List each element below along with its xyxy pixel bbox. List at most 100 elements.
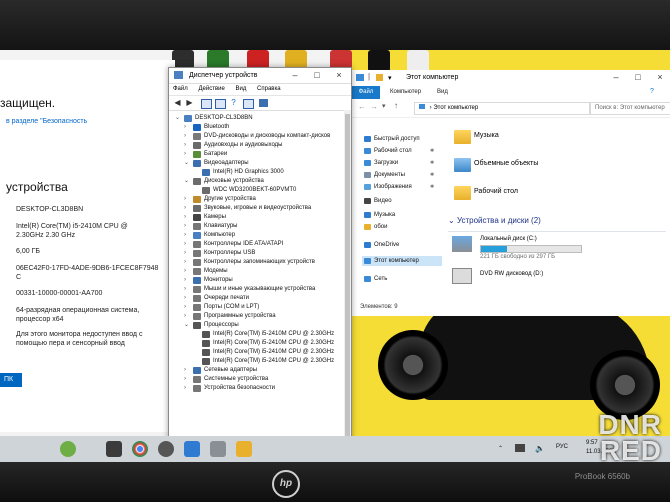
minimize-button[interactable]: – (604, 70, 628, 85)
scan-hardware-icon[interactable] (259, 99, 268, 107)
device-tree-scrollbar[interactable] (344, 110, 351, 462)
collapse-chevron-icon[interactable]: › (184, 240, 190, 249)
nav-item[interactable]: Видео (362, 196, 442, 206)
properties-icon[interactable] (215, 99, 226, 109)
device-tree-item[interactable]: › Bluetooth (169, 123, 351, 132)
up-icon[interactable]: ↑ (394, 101, 398, 110)
dvd-drive-icon[interactable] (452, 268, 472, 284)
3d-objects-folder-icon[interactable] (454, 158, 471, 172)
tray-chevron-icon[interactable]: ⌃ (498, 445, 503, 452)
device-tree-item[interactable]: Intel(R) Core(TM) i5-2410M CPU @ 2.30GHz (169, 348, 351, 357)
device-tree-item[interactable]: › Компьютер (169, 231, 351, 240)
device-manager-taskbar-icon[interactable] (184, 441, 200, 457)
device-tree-item[interactable]: ⌄ Дисковые устройства (169, 177, 351, 186)
drive-d-name[interactable]: DVD RW дисковод (D:) (480, 271, 543, 277)
device-tree-item[interactable]: › Устройства безопасности (169, 384, 351, 393)
address-bar[interactable]: › Этот компьютер (414, 102, 590, 115)
device-tree-item[interactable]: › Сетевые адаптеры (169, 366, 351, 375)
tab-file[interactable]: Файл (352, 86, 380, 99)
back-icon[interactable]: ← (358, 102, 366, 111)
recent-locations-icon[interactable]: ▾ (382, 102, 386, 110)
desktop-folder-icon[interactable] (454, 186, 471, 200)
qat-dropdown-icon[interactable]: ▾ (388, 74, 392, 82)
pin-icon[interactable]: ✱ (430, 182, 434, 192)
collapse-chevron-icon[interactable]: › (184, 204, 190, 213)
collapse-chevron-icon[interactable]: › (184, 285, 190, 294)
nav-item[interactable]: Сеть (362, 274, 442, 284)
volume-icon[interactable]: 🔈 (535, 444, 545, 453)
collapse-chevron-icon[interactable]: › (184, 150, 190, 159)
nav-item[interactable]: Быстрый доступ (362, 134, 442, 144)
device-tree-item[interactable]: › Мыши и иные указывающие устройства (169, 285, 351, 294)
settings-gear-icon[interactable] (158, 441, 174, 457)
local-disk-icon[interactable] (452, 236, 472, 252)
clock-time[interactable]: 9:57 (586, 440, 598, 446)
device-tree-item[interactable]: › Контроллеры USB (169, 249, 351, 258)
collapse-chevron-icon[interactable]: › (184, 312, 190, 321)
collapse-chevron-icon[interactable]: › (184, 384, 190, 393)
device-tree-item[interactable]: › Другие устройства (169, 195, 351, 204)
collapse-chevron-icon[interactable]: › (184, 123, 190, 132)
folder-3d-objects[interactable]: Объемные объекты (474, 160, 538, 167)
back-icon[interactable]: ◀ (173, 99, 182, 107)
menu-action[interactable]: Действие (198, 86, 224, 92)
collapse-chevron-icon[interactable]: › (184, 366, 190, 375)
device-tree-item[interactable]: › Контроллеры запоминающих устройств (169, 258, 351, 267)
battery-icon[interactable] (515, 444, 525, 452)
folder-music[interactable]: Музыка (474, 132, 499, 139)
folder-icon[interactable] (376, 74, 383, 81)
device-tree-item[interactable]: › Камеры (169, 213, 351, 222)
device-tree-item[interactable]: › Контроллеры IDE ATA/ATAPI (169, 240, 351, 249)
device-tree-item[interactable]: Intel(R) Core(TM) i5-2410M CPU @ 2.30GHz (169, 357, 351, 366)
device-tree-item[interactable]: ⌄ Видеоадаптеры (169, 159, 351, 168)
forward-icon[interactable]: ▶ (185, 99, 194, 107)
pin-icon[interactable]: ✱ (430, 170, 434, 180)
forward-icon[interactable]: → (370, 102, 378, 111)
collapse-chevron-icon[interactable]: › (184, 258, 190, 267)
collapse-chevron-icon[interactable]: › (184, 222, 190, 231)
collapse-chevron-icon[interactable]: › (184, 213, 190, 222)
help-icon[interactable]: ? (229, 99, 238, 107)
device-tree-item[interactable]: Intel(R) Core(TM) i5-2410M CPU @ 2.30GHz (169, 330, 351, 339)
minimize-button[interactable]: – (283, 68, 307, 83)
nav-item[interactable]: Музыка (362, 210, 442, 220)
pin-icon[interactable]: ✱ (430, 158, 434, 168)
expand-chevron-icon[interactable]: ⌄ (184, 159, 190, 168)
device-tree-item[interactable]: › Очереди печати (169, 294, 351, 303)
system-taskbar-icon[interactable] (210, 441, 226, 457)
nav-item[interactable]: обои (362, 222, 442, 232)
action-pane-icon[interactable] (243, 99, 254, 109)
chrome-icon[interactable] (132, 441, 148, 457)
rename-pc-button[interactable]: ПК (0, 373, 22, 387)
menu-view[interactable]: Вид (236, 86, 247, 92)
collapse-chevron-icon[interactable]: › (184, 276, 190, 285)
tab-computer[interactable]: Компьютер (390, 86, 421, 99)
nav-item[interactable]: Загрузки ✱ (362, 158, 442, 168)
pin-icon[interactable]: ✱ (430, 146, 434, 156)
search-input[interactable]: Поиск в: Этот компьютер (590, 102, 670, 115)
desktop-shortcut-icon[interactable] (407, 50, 429, 72)
maximize-button[interactable]: □ (626, 70, 650, 85)
collapse-chevron-icon[interactable]: › (184, 132, 190, 141)
device-tree-item[interactable]: WDC WD3200BEKT-60PVMT0 (169, 186, 351, 195)
expand-chevron-icon[interactable]: ⌄ (184, 177, 190, 186)
nav-item[interactable]: Рабочий стол ✱ (362, 146, 442, 156)
device-tree-item[interactable]: ⌄ DESKTOP-CL3D8BN (169, 114, 351, 123)
menu-file[interactable]: Файл (173, 86, 188, 92)
drive-c-name[interactable]: Локальный диск (C:) (480, 236, 537, 242)
nav-item[interactable]: Документы ✱ (362, 170, 442, 180)
console-tree-icon[interactable] (201, 99, 212, 109)
help-icon[interactable]: ? (650, 88, 654, 95)
device-tree-item[interactable]: › Клавиатуры (169, 222, 351, 231)
collapse-chevron-icon[interactable]: › (184, 249, 190, 258)
device-tree-item[interactable]: › Программные устройства (169, 312, 351, 321)
language-indicator[interactable]: РУС (556, 444, 568, 450)
collapse-chevron-icon[interactable]: › (184, 267, 190, 276)
taskbar-app-icon[interactable] (60, 441, 76, 457)
nav-item[interactable]: Этот компьютер (362, 256, 442, 266)
device-tree-item[interactable]: › Аудиовходы и аудиовыходы (169, 141, 351, 150)
nav-item[interactable]: Изображения ✱ (362, 182, 442, 192)
security-link[interactable]: в разделе "Безопасность (6, 118, 87, 125)
music-folder-icon[interactable] (454, 130, 471, 144)
collapse-chevron-icon[interactable]: › (184, 195, 190, 204)
